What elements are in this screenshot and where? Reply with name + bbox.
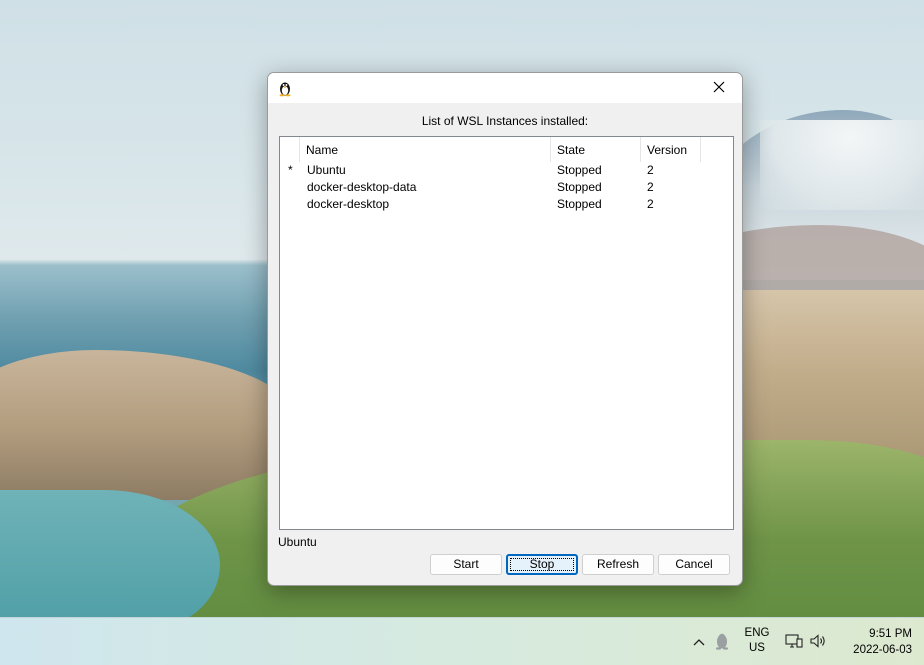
instance-state: Stopped [557,197,602,211]
wallpaper-snow [760,120,924,210]
start-button[interactable]: Start [430,554,502,575]
dialog-heading: List of WSL Instances installed: [421,114,589,128]
volume-control[interactable] [807,632,829,652]
stop-button[interactable]: Stop [506,554,578,575]
selected-instance-label: Ubuntu [278,535,317,549]
instance-state: Stopped [557,180,602,194]
clock[interactable]: 9:51 PM 2022-06-03 [836,626,912,658]
close-button[interactable] [696,73,742,103]
taskbar: ENG US 9:51 PM 2022-06-03 [0,617,924,665]
tray-linux-app[interactable] [711,631,733,653]
column-header-version[interactable]: Version [641,137,701,162]
list-row-ubuntu[interactable]: * Ubuntu Stopped 2 [280,162,733,179]
linux-penguin-icon [714,632,730,653]
linux-penguin-icon [276,79,294,97]
title-bar[interactable] [268,73,742,103]
instance-name: Ubuntu [307,163,346,177]
show-hidden-icons-button[interactable] [688,632,710,652]
keyboard-layout: US [749,642,765,654]
column-header-marker[interactable] [280,137,300,162]
network-status[interactable] [784,632,804,652]
volume-icon [809,633,827,652]
instance-name: docker-desktop [307,197,390,211]
list-header: Name State Version [280,137,733,163]
list-row-docker-desktop[interactable]: docker-desktop Stopped 2 [280,196,733,213]
close-icon [713,81,725,96]
cancel-button[interactable]: Cancel [658,554,730,575]
instance-version: 2 [647,163,654,177]
instance-version: 2 [647,197,654,211]
input-language-indicator[interactable]: ENG US [740,626,774,656]
chevron-up-icon [693,635,705,649]
instance-name: docker-desktop-data [307,180,417,194]
column-header-name[interactable]: Name [300,137,551,162]
clock-date: 2022-06-03 [853,644,912,656]
refresh-button[interactable]: Refresh [582,554,654,575]
wsl-instance-list[interactable]: Name State Version * Ubuntu Stopped 2 do… [279,136,734,530]
column-header-state[interactable]: State [551,137,641,162]
instance-state: Stopped [557,163,602,177]
clock-time: 9:51 PM [869,628,912,640]
language-code: ENG [744,627,770,639]
list-row-docker-desktop-data[interactable]: docker-desktop-data Stopped 2 [280,179,733,196]
default-marker: * [288,163,293,177]
network-icon [785,633,803,652]
instance-version: 2 [647,180,654,194]
wsl-manager-dialog: List of WSL Instances installed: Name St… [267,72,743,586]
